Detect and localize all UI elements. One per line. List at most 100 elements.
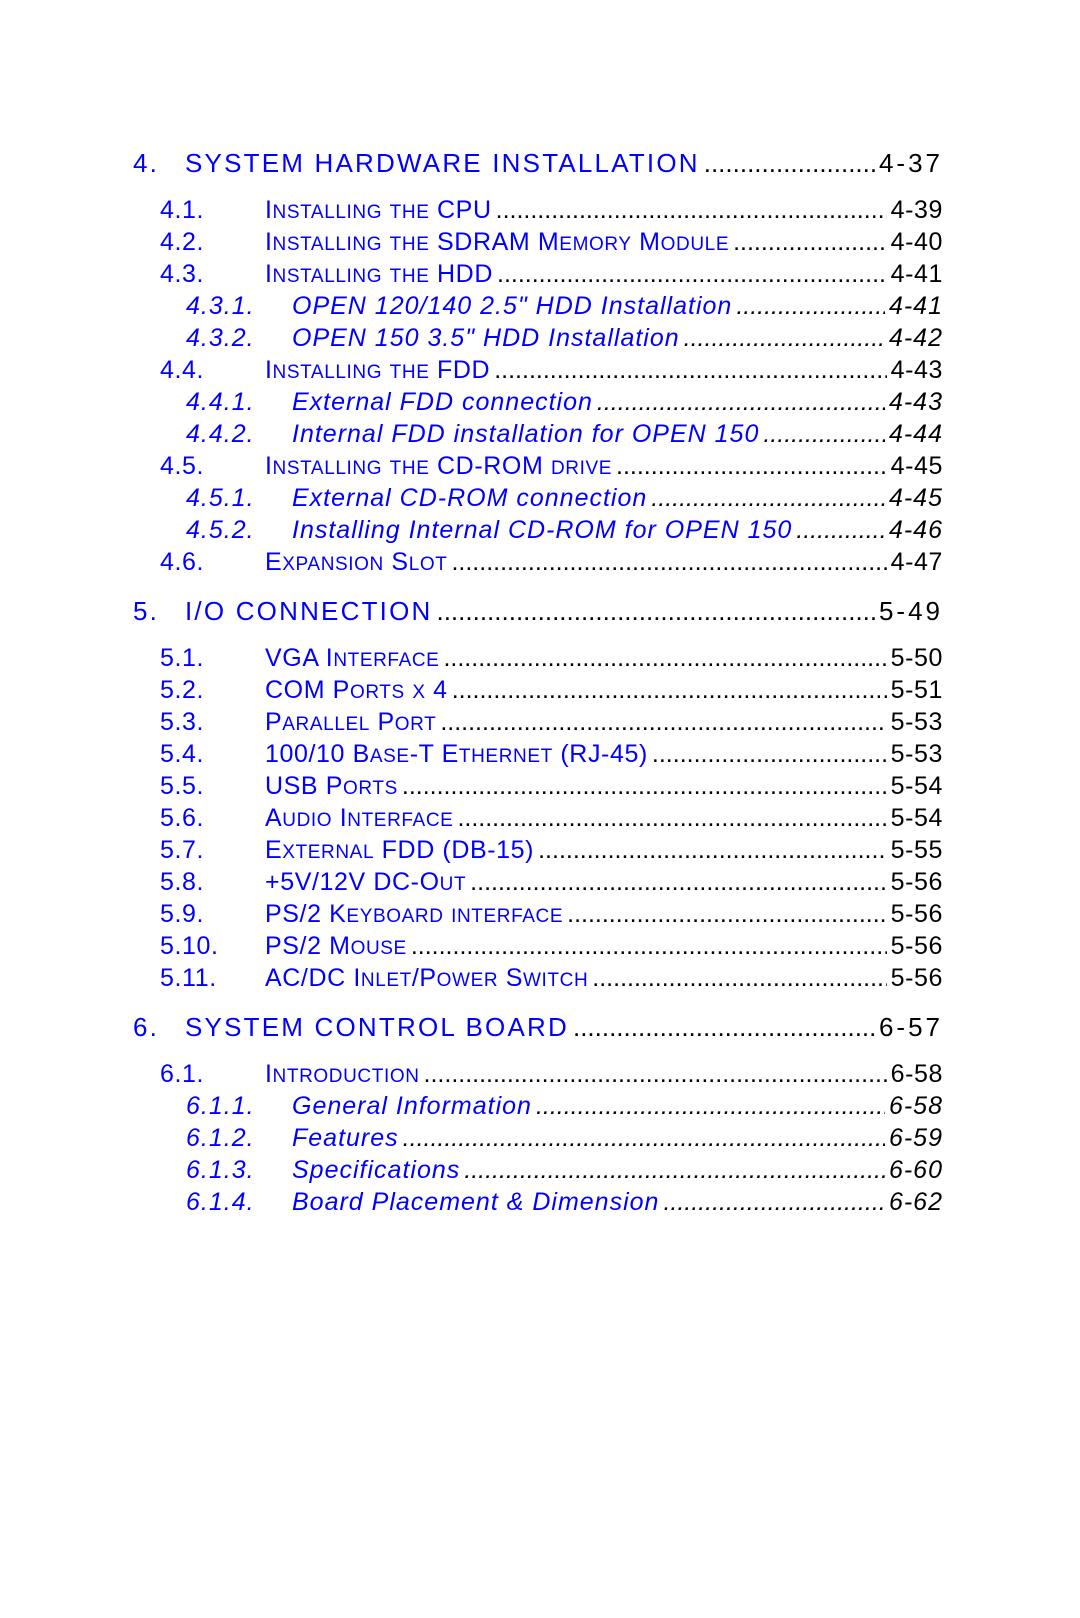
toc-subsection-entry[interactable]: 6.1.1. General Information 6-58 (133, 1092, 943, 1124)
dot-leader (403, 1124, 885, 1153)
toc-chapter-entry[interactable]: 6. SYSTEM CONTROL BOARD 6-57 (133, 1012, 943, 1044)
toc-entry-title[interactable]: INSTALLING THE FDD (265, 356, 490, 385)
toc-entry-title[interactable]: SYSTEM HARDWARE INSTALLATION (185, 148, 700, 179)
toc-section-entry[interactable]: 5.9. PS/2 KEYBOARD INTERFACE 5-56 (133, 900, 943, 932)
toc-entry-number: 5.3. (160, 708, 205, 736)
toc-entry-page-number[interactable]: 4-44 (889, 420, 943, 449)
toc-section-entry[interactable]: 6.1. INTRODUCTION 6-58 (133, 1060, 943, 1092)
toc-entry-number: 4.4. (160, 356, 205, 384)
toc-entry-title[interactable]: SYSTEM CONTROL BOARD (185, 1012, 569, 1043)
toc-entry-title[interactable]: OPEN 150 3.5" HDD Installation (292, 324, 680, 353)
toc-section-entry[interactable]: 5.11. AC/DC INLET/POWER SWITCH 5-56 (133, 964, 943, 996)
toc-entry-title[interactable]: +5V/12V DC-OUT (265, 868, 466, 897)
toc-entry-page-number[interactable]: 6-57 (879, 1012, 943, 1043)
toc-entry-title[interactable]: PS/2 KEYBOARD INTERFACE (265, 900, 563, 929)
toc-subsection-entry[interactable]: 4.3.1. OPEN 120/140 2.5" HDD Installation… (133, 292, 943, 324)
toc-section-entry[interactable]: 5.6. AUDIO INTERFACE 5-54 (133, 804, 943, 836)
toc-entry-page-number[interactable]: 5-49 (879, 596, 943, 627)
toc-chapter-entry[interactable]: 5. I/O CONNECTION 5-49 (133, 596, 943, 628)
toc-entry-page-number[interactable]: 6-58 (891, 1060, 943, 1089)
toc-entry-page-number[interactable]: 5-56 (891, 900, 943, 929)
toc-entry-title[interactable]: INSTALLING THE SDRAM MEMORY MODULE (265, 228, 729, 257)
toc-section-entry[interactable]: 5.8. +5V/12V DC-OUT 5-56 (133, 868, 943, 900)
toc-entry-page-number[interactable]: 6-62 (889, 1188, 943, 1217)
toc-entry-title[interactable]: USB PORTS (265, 772, 398, 801)
toc-entry-title[interactable]: VGA INTERFACE (265, 644, 439, 673)
toc-section-entry[interactable]: 5.7. EXTERNAL FDD (DB-15) 5-55 (133, 836, 943, 868)
toc-entry-page-number[interactable]: 4-40 (891, 228, 943, 257)
toc-section-entry[interactable]: 5.3. PARALLEL PORT 5-53 (133, 708, 943, 740)
toc-entry-page-number[interactable]: 4-43 (891, 356, 943, 385)
toc-entry-title[interactable]: Features (292, 1124, 399, 1153)
toc-entry-title[interactable]: EXPANSION SLOT (265, 548, 447, 577)
dot-leader (402, 772, 887, 801)
toc-entry-page-number[interactable]: 5-54 (891, 772, 943, 801)
toc-entry-page-number[interactable]: 5-56 (891, 868, 943, 897)
toc-entry-number: 5. (133, 596, 160, 626)
toc-section-entry[interactable]: 5.1. VGA INTERFACE 5-50 (133, 644, 943, 676)
toc-subsection-entry[interactable]: 4.4.2. Internal FDD installation for OPEN… (133, 420, 943, 452)
toc-entry-title[interactable]: Specifications (292, 1156, 460, 1185)
toc-subsection-entry[interactable]: 4.5.1. External CD-ROM connection 4-45 (133, 484, 943, 516)
toc-entry-page-number[interactable]: 5-53 (891, 708, 943, 737)
toc-section-entry[interactable]: 5.5. USB PORTS 5-54 (133, 772, 943, 804)
toc-entry-title[interactable]: General Information (292, 1092, 532, 1121)
toc-section-entry[interactable]: 5.2. COM PORTS X 4 5-51 (133, 676, 943, 708)
toc-chapter-entry[interactable]: 4. SYSTEM HARDWARE INSTALLATION 4-37 (133, 148, 943, 180)
toc-entry-title[interactable]: AUDIO INTERFACE (265, 804, 453, 833)
toc-subsection-entry[interactable]: 4.3.2. OPEN 150 3.5" HDD Installation 4-42 (133, 324, 943, 356)
toc-entry-page-number[interactable]: 5-55 (891, 836, 943, 865)
toc-entry-title[interactable]: Internal FDD installation for OPEN 150 (292, 420, 759, 449)
toc-entry-page-number[interactable]: 4-45 (891, 452, 943, 481)
toc-entry-page-number[interactable]: 4-39 (891, 196, 943, 225)
toc-entry-title[interactable]: PS/2 MOUSE (265, 932, 407, 961)
toc-section-entry[interactable]: 4.2. INSTALLING THE SDRAM MEMORY MODULE 4-… (133, 228, 943, 260)
toc-subsection-entry[interactable]: 6.1.4. Board Placement & Dimension 6-62 (133, 1188, 943, 1220)
toc-entry-page-number[interactable]: 4-43 (889, 388, 943, 417)
toc-subsection-entry[interactable]: 4.5.2. Installing Internal CD-ROM for OPE… (133, 516, 943, 548)
toc-section-entry[interactable]: 4.3. INSTALLING THE HDD 4-41 (133, 260, 943, 292)
toc-entry-title[interactable]: INTRODUCTION (265, 1060, 420, 1089)
toc-entry-title[interactable]: External CD-ROM connection (292, 484, 647, 513)
dot-leader (497, 260, 887, 289)
toc-entry-page-number[interactable]: 6-59 (889, 1124, 943, 1153)
toc-entry-page-number[interactable]: 6-60 (889, 1156, 943, 1185)
toc-entry-page-number[interactable]: 4-41 (889, 292, 943, 321)
toc-entry-title[interactable]: Installing Internal CD-ROM for OPEN 150 (292, 516, 792, 545)
toc-entry-title[interactable]: INSTALLING THE HDD (265, 260, 493, 289)
toc-entry-title[interactable]: PARALLEL PORT (265, 708, 436, 737)
toc-entry-title[interactable]: OPEN 120/140 2.5" HDD Installation (292, 292, 732, 321)
toc-entry-title[interactable]: INSTALLING THE CD-ROM DRIVE (265, 452, 612, 481)
toc-section-entry[interactable]: 4.5. INSTALLING THE CD-ROM DRIVE 4-45 (133, 452, 943, 484)
toc-entry-title[interactable]: 100/10 BASE-T ETHERNET (RJ-45) (265, 740, 648, 769)
toc-entry-title[interactable]: EXTERNAL FDD (DB-15) (265, 836, 534, 865)
toc-entry-page-number[interactable]: 4-37 (879, 148, 943, 179)
toc-entry-page-number[interactable]: 5-54 (891, 804, 943, 833)
toc-entry-page-number[interactable]: 4-47 (891, 548, 943, 577)
toc-entry-title[interactable]: COM PORTS X 4 (265, 676, 448, 705)
toc-subsection-entry[interactable]: 6.1.3. Specifications 6-60 (133, 1156, 943, 1188)
toc-entry-title[interactable]: External FDD connection (292, 388, 593, 417)
toc-entry-page-number[interactable]: 5-50 (891, 644, 943, 673)
toc-section-entry[interactable]: 4.4. INSTALLING THE FDD 4-43 (133, 356, 943, 388)
toc-entry-title[interactable]: Board Placement & Dimension (292, 1188, 659, 1217)
toc-entry-page-number[interactable]: 4-45 (889, 484, 943, 513)
toc-section-entry[interactable]: 4.6. EXPANSION SLOT 4-47 (133, 548, 943, 580)
toc-entry-title[interactable]: INSTALLING THE CPU (265, 196, 492, 225)
toc-entry-page-number[interactable]: 5-53 (891, 740, 943, 769)
toc-entry-page-number[interactable]: 4-42 (889, 324, 943, 353)
toc-entry-title[interactable]: I/O CONNECTION (185, 596, 432, 627)
toc-entry-page-number[interactable]: 5-56 (891, 964, 943, 993)
toc-section-entry[interactable]: 4.1. INSTALLING THE CPU 4-39 (133, 196, 943, 228)
toc-entry-page-number[interactable]: 5-51 (891, 676, 943, 705)
toc-section-entry[interactable]: 5.4. 100/10 BASE-T ETHERNET (RJ-45) 5-53 (133, 740, 943, 772)
toc-entry-page-number[interactable]: 4-46 (889, 516, 943, 545)
toc-entry-number: 6.1. (160, 1060, 205, 1088)
toc-entry-page-number[interactable]: 4-41 (891, 260, 943, 289)
toc-section-entry[interactable]: 5.10. PS/2 MOUSE 5-56 (133, 932, 943, 964)
toc-entry-page-number[interactable]: 5-56 (891, 932, 943, 961)
toc-subsection-entry[interactable]: 4.4.1. External FDD connection 4-43 (133, 388, 943, 420)
toc-entry-page-number[interactable]: 6-58 (889, 1092, 943, 1121)
toc-subsection-entry[interactable]: 6.1.2. Features 6-59 (133, 1124, 943, 1156)
toc-entry-title[interactable]: AC/DC INLET/POWER SWITCH (265, 964, 588, 993)
